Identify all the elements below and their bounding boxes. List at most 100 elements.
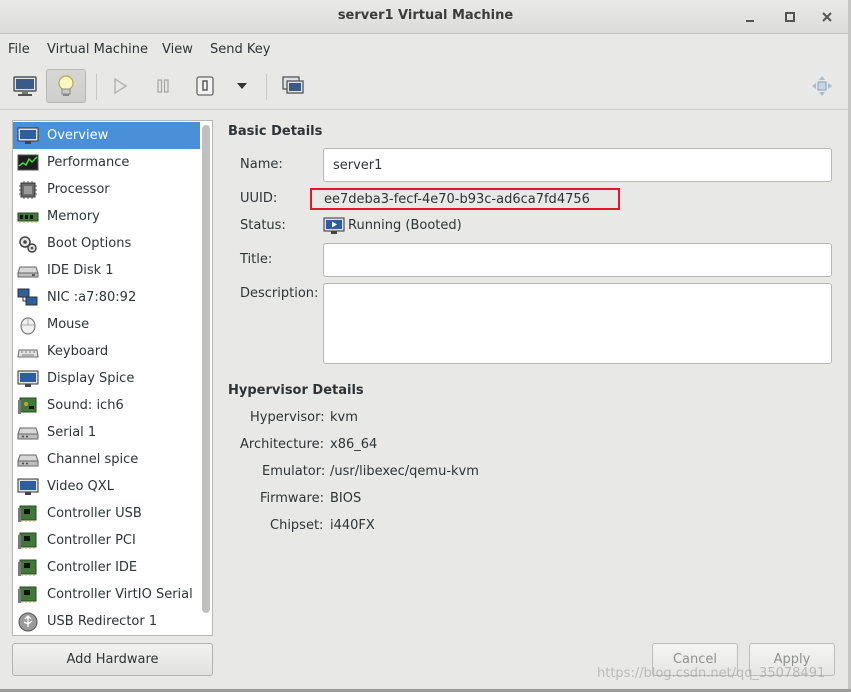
- fullscreen-button[interactable]: [802, 69, 842, 103]
- show-details-button[interactable]: [46, 69, 86, 103]
- sidebar-item-video-qxl[interactable]: Video QXL: [13, 473, 200, 500]
- chipset-value: i440FX: [330, 518, 375, 533]
- mouse-icon: [17, 315, 39, 335]
- console-monitor-icon: [13, 76, 37, 96]
- chevron-down-icon: [237, 83, 247, 89]
- play-icon: [114, 77, 128, 95]
- sidebar-item-overview[interactable]: Overview: [13, 122, 200, 149]
- watermark-text: https://blog.csdn.net/qq_35078491: [597, 666, 826, 681]
- display-icon: [17, 369, 39, 389]
- sidebar-scrollbar[interactable]: [202, 125, 210, 613]
- sidebar-item-label: Serial 1: [47, 425, 97, 440]
- serial-port-icon: [17, 423, 39, 443]
- sidebar-item-serial-1[interactable]: Serial 1: [13, 419, 200, 446]
- status-running-icon: [323, 217, 345, 239]
- sidebar-item-label: Display Spice: [47, 371, 135, 386]
- maximize-icon: [785, 12, 795, 22]
- name-label: Name:: [240, 157, 283, 172]
- firmware-label: Firmware:: [260, 491, 324, 506]
- sidebar-item-controller-usb[interactable]: Controller USB: [13, 500, 200, 527]
- hardware-list: Overview Performance Processor Memory Bo…: [12, 120, 213, 636]
- title-input[interactable]: [323, 243, 832, 277]
- title-bar: server1 Virtual Machine: [0, 0, 851, 34]
- sidebar-item-keyboard[interactable]: Keyboard: [13, 338, 200, 365]
- video-icon: [17, 477, 39, 497]
- snapshot-icon: [282, 76, 304, 94]
- sidebar-item-processor[interactable]: Processor: [13, 176, 200, 203]
- show-console-button[interactable]: [5, 69, 45, 103]
- firmware-value: BIOS: [330, 491, 362, 506]
- basic-details-heading: Basic Details: [228, 124, 323, 139]
- memory-ram-icon: [17, 207, 39, 227]
- shutdown-button[interactable]: [185, 69, 225, 103]
- sidebar-item-label: Memory: [47, 209, 100, 224]
- maximize-button[interactable]: [781, 8, 799, 26]
- power-icon: [196, 76, 214, 96]
- sound-card-icon: [17, 396, 39, 416]
- monitor-icon: [17, 126, 39, 146]
- sidebar-item-mouse[interactable]: Mouse: [13, 311, 200, 338]
- sidebar-item-label: Sound: ich6: [47, 398, 124, 413]
- add-hardware-button[interactable]: Add Hardware: [12, 643, 213, 676]
- sidebar-item-label: Channel spice: [47, 452, 139, 467]
- sidebar-item-label: Keyboard: [47, 344, 109, 359]
- gears-icon: [17, 234, 39, 254]
- menu-file[interactable]: File: [8, 42, 30, 57]
- architecture-label: Architecture:: [240, 437, 324, 452]
- sidebar-item-memory[interactable]: Memory: [13, 203, 200, 230]
- sidebar-item-label: Controller PCI: [47, 533, 136, 548]
- sidebar-item-label: Performance: [47, 155, 130, 170]
- sidebar-item-label: USB Redirector 1: [47, 614, 158, 629]
- emulator-label: Emulator:: [262, 464, 326, 479]
- sidebar-item-channel-spice[interactable]: Channel spice: [13, 446, 200, 473]
- cpu-chip-icon: [17, 180, 39, 200]
- description-label: Description:: [240, 286, 319, 301]
- sidebar-item-controller-virtio-serial[interactable]: Controller VirtIO Serial: [13, 581, 200, 608]
- snapshots-button[interactable]: [273, 69, 313, 103]
- description-textarea[interactable]: [323, 283, 832, 364]
- uuid-value: ee7deba3-fecf-4e70-b93c-ad6ca7fd4756: [310, 188, 620, 210]
- controller-card-icon: [17, 558, 39, 578]
- chipset-label: Chipset:: [270, 518, 324, 533]
- sidebar-item-performance[interactable]: Performance: [13, 149, 200, 176]
- architecture-value: x86_64: [330, 437, 378, 452]
- performance-graph-icon: [17, 153, 39, 173]
- sidebar-item-boot-options[interactable]: Boot Options: [13, 230, 200, 257]
- menu-virtual-machine[interactable]: Virtual Machine: [47, 42, 148, 57]
- controller-card-icon: [17, 531, 39, 551]
- status-label: Status:: [240, 218, 286, 233]
- sidebar-item-label: Mouse: [47, 317, 90, 332]
- hypervisor-value: kvm: [330, 410, 358, 425]
- menu-view[interactable]: View: [162, 42, 193, 57]
- sidebar-item-display-spice[interactable]: Display Spice: [13, 365, 200, 392]
- channel-icon: [17, 450, 39, 470]
- sidebar-item-usb-redirector-1[interactable]: USB Redirector 1: [13, 608, 200, 635]
- run-button[interactable]: [100, 69, 140, 103]
- menu-bar: File Virtual Machine View Send Key: [0, 34, 851, 64]
- pause-button[interactable]: [143, 69, 183, 103]
- name-input[interactable]: server1: [323, 148, 832, 182]
- sidebar-item-label: Overview: [47, 128, 109, 143]
- minimize-icon: [746, 20, 754, 22]
- status-value: Running (Booted): [348, 218, 462, 233]
- sidebar-item-controller-ide[interactable]: Controller IDE: [13, 554, 200, 581]
- title-label: Title:: [240, 252, 273, 267]
- hypervisor-details-heading: Hypervisor Details: [228, 383, 364, 398]
- minimize-button[interactable]: [741, 8, 759, 26]
- menu-send-key[interactable]: Send Key: [210, 42, 270, 57]
- controller-card-icon: [17, 504, 39, 524]
- disk-drive-icon: [17, 261, 39, 281]
- sidebar-item-label: Controller IDE: [47, 560, 138, 575]
- sidebar-item-nic[interactable]: NIC :a7:80:92: [13, 284, 200, 311]
- sidebar-item-controller-pci[interactable]: Controller PCI: [13, 527, 200, 554]
- sidebar-item-label: Video QXL: [47, 479, 114, 494]
- sidebar-item-ide-disk-1[interactable]: IDE Disk 1: [13, 257, 200, 284]
- shutdown-menu-button[interactable]: [222, 69, 262, 103]
- sidebar-item-sound[interactable]: Sound: ich6: [13, 392, 200, 419]
- network-icon: [17, 288, 39, 308]
- hypervisor-label: Hypervisor:: [250, 410, 325, 425]
- close-button[interactable]: [818, 8, 836, 26]
- usb-icon: [17, 612, 39, 632]
- lightbulb-icon: [58, 75, 74, 96]
- pause-icon: [157, 79, 169, 93]
